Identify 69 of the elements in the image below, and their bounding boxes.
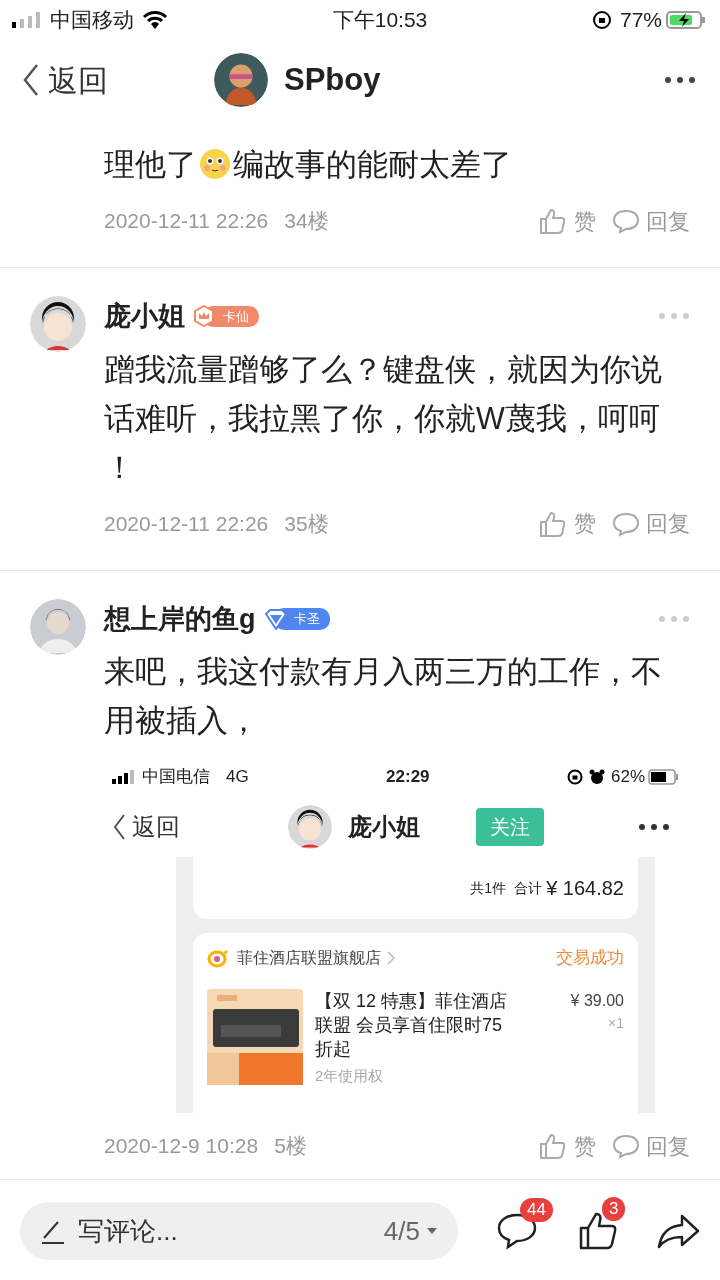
like-button[interactable]: 赞 [538, 507, 596, 540]
like-count-badge: 3 [602, 1197, 626, 1221]
page-selector[interactable]: 4/5 [383, 1211, 438, 1251]
post-date: 2020-12-9 10:28 [104, 1133, 259, 1160]
back-button[interactable]: 返回 [112, 809, 180, 845]
avatar [30, 598, 86, 655]
user-name[interactable]: 想上岸的鱼g [104, 598, 256, 639]
product-spec: 2年使用权 [315, 1065, 385, 1086]
comment-placeholder: 写评论... [78, 1214, 179, 1248]
order-total: ¥ 164.82 [546, 876, 624, 901]
product-price: ¥ 39.00 [570, 990, 624, 1011]
floor-number: 34楼 [284, 208, 329, 235]
comment-input-field[interactable]: 写评论... 4/5 [20, 1202, 458, 1260]
battery-icon [666, 10, 706, 30]
battery-percent: 62% [610, 766, 645, 789]
carrier-name: 中国移动 [50, 7, 134, 34]
user-name[interactable]: 庞小姐 [104, 296, 185, 337]
like-button[interactable]: 赞 [538, 204, 596, 238]
signal-icon [12, 12, 42, 28]
reply-button[interactable]: 回复 [612, 1129, 690, 1163]
carrier-name: 中国电信 [142, 766, 210, 789]
total-label: 合计 [514, 878, 543, 898]
share-icon [656, 1213, 700, 1249]
floor-number: 35楼 [284, 510, 329, 537]
more-icon[interactable] [664, 76, 696, 84]
like-button[interactable]: 赞 [538, 1129, 596, 1163]
page-indicator: 4/5 [383, 1214, 420, 1248]
wifi-icon [142, 10, 168, 30]
product-quantity: ×1 [607, 1013, 624, 1033]
rotation-lock-icon [566, 769, 583, 785]
share-button[interactable] [656, 1213, 700, 1249]
more-icon[interactable] [638, 823, 670, 831]
comment-text: 来吧，我这付款有月入两三万的工作，不用被插入， [104, 654, 662, 737]
thumbs-up-icon [538, 207, 566, 235]
comment-text: 编故事的能耐太差了 [233, 147, 512, 181]
store-name[interactable]: 菲住酒店联盟旗舰店 [237, 945, 381, 970]
avatar [288, 805, 332, 849]
floor-number: 5楼 [274, 1133, 307, 1160]
rotation-lock-icon [591, 10, 612, 30]
back-button[interactable]: 返回 [22, 57, 108, 103]
reply-button[interactable]: 回复 [612, 507, 690, 540]
speech-bubble-icon [612, 1133, 640, 1159]
battery-icon [648, 769, 680, 785]
smiley-icon [199, 148, 231, 180]
avatar [30, 296, 86, 352]
page-title: 庞小姐 [348, 812, 420, 842]
thumbs-up-icon [538, 1132, 566, 1160]
status-time: 下午10:53 [332, 8, 428, 32]
order-status: 交易成功 [556, 947, 624, 969]
comment-text: 理他了 [104, 147, 197, 181]
battery-percent: 77% [619, 7, 662, 34]
caret-icon [426, 1227, 438, 1235]
page-title: SPboy [284, 60, 381, 99]
reply-button[interactable]: 回复 [612, 204, 690, 238]
post-date: 2020-12-11 22:26 [104, 208, 269, 235]
comment-text: 蹭我流量蹭够了么？键盘侠，就因为你说话难听，我拉黑了你，你就W蔑我，呵呵！ [104, 351, 662, 484]
speech-bubble-icon [612, 510, 640, 537]
status-time: 22:29 [386, 767, 430, 787]
avatar [214, 53, 268, 107]
back-icon [112, 813, 126, 841]
comment-count-badge: 44 [520, 1198, 553, 1222]
speech-bubble-icon [612, 208, 640, 234]
item-count: 共1件 [470, 878, 507, 898]
post-date: 2020-12-11 22:26 [104, 510, 269, 537]
product-title[interactable]: 【双 12 特惠】菲住酒店联盟 会员享首住限时75折起 [315, 988, 520, 1061]
back-icon [22, 63, 40, 97]
network-type: 4G [226, 766, 249, 789]
thumbs-up-icon [538, 509, 566, 538]
signal-icon [112, 770, 134, 784]
